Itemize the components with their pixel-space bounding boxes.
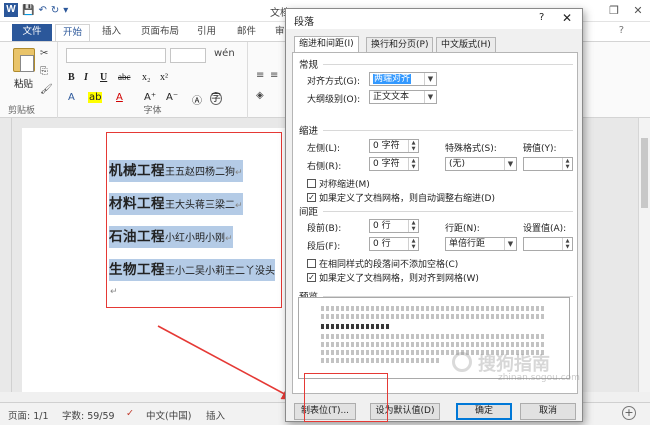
mirror-indents-label: 对称缩进(M) [319,180,370,190]
tabs-button-highlight-box [304,373,388,422]
chevron-down-icon[interactable]: ▼ [424,73,436,85]
spacing-at-label: 设置值(A): [523,224,567,234]
language-indicator[interactable]: 中文(中国) [146,408,191,422]
indent-left-label: 左侧(L): [307,144,341,154]
outline-level-select[interactable]: 正文文本 ▼ [369,90,437,104]
space-after-spinner[interactable]: 0 行 ▲ ▼ [369,237,419,251]
preview-line [321,342,546,347]
space-before-label: 段前(B): [307,224,342,234]
page-count[interactable]: 页面: 1/1 [8,408,49,422]
preview-line [321,358,441,363]
spacing-at-spinner[interactable]: ▲ ▼ [523,237,573,251]
mirror-indents-checkbox[interactable]: 对称缩进(M) [307,177,370,190]
alignment-value: 两端对齐 [373,74,412,84]
insert-mode[interactable]: 插入 [206,408,225,422]
special-indent-select[interactable]: (无) ▼ [445,157,517,171]
auto-adjust-indent-checkbox[interactable]: ✓ 如果定义了文档网格，则自动调整右缩进(D) [307,191,495,204]
proofing-icon[interactable]: ✓ [126,408,134,419]
cancel-button[interactable]: 取消 [520,403,576,420]
spin-arrows-icon[interactable]: ▲ ▼ [408,238,418,250]
line-spacing-label: 行距(N): [445,224,480,234]
line-spacing-select[interactable]: 单倍行距 ▼ [445,237,517,251]
no-space-same-style-checkbox[interactable]: 在相同样式的段落间不添加空格(C) [307,257,458,270]
space-after-label: 段后(F): [307,242,341,252]
chevron-down-icon[interactable]: ▼ [424,91,436,103]
watermark-url: zhinan.sogou.com [498,373,580,383]
ok-button[interactable]: 确定 [456,403,512,420]
checkbox-box[interactable] [307,259,316,268]
indent-by-spinner[interactable]: ▲ ▼ [523,157,573,171]
special-indent-value: (无) [449,159,466,169]
checkbox-box[interactable]: ✓ [307,193,316,202]
space-before-spinner[interactable]: 0 行 ▲ ▼ [369,219,419,233]
chevron-down-icon[interactable]: ▼ [504,238,516,250]
dialog-close-icon[interactable]: ✕ [562,11,572,25]
dialog-help-icon[interactable]: ? [539,12,544,23]
watermark-logo-icon [452,352,472,372]
dialog-title: 段落 [294,17,314,28]
section-general: 常规 [299,60,319,71]
spin-arrows-icon[interactable]: ▲ ▼ [562,238,572,250]
indent-by-label: 磅值(Y): [523,144,557,154]
divider [323,64,573,65]
spin-arrows-icon[interactable]: ▲ ▼ [408,140,418,152]
snap-to-grid-label: 如果定义了文档网格，则对齐到网格(W) [319,274,479,284]
preview-line [321,324,391,329]
checkbox-box[interactable] [307,179,316,188]
alignment-label: 对齐方式(G): [307,77,361,87]
chevron-down-icon[interactable]: ▼ [504,158,516,170]
section-indentation: 缩进 [299,126,319,137]
indent-right-label: 右侧(R): [307,162,342,172]
dialog-titlebar: 段落 ? ✕ [286,9,582,29]
section-spacing: 间距 [299,207,319,218]
preview-line [321,314,546,319]
outline-level-label: 大纲级别(O): [307,95,361,105]
spin-arrows-icon[interactable]: ▲ ▼ [408,220,418,232]
divider [323,130,573,131]
word-count[interactable]: 字数: 59/59 [62,408,115,422]
tab-indents-spacing[interactable]: 缩进和间距(I) [294,36,359,53]
spin-arrows-icon[interactable]: ▲ ▼ [408,158,418,170]
indent-right-spinner[interactable]: 0 字符 ▲ ▼ [369,157,419,171]
indent-right-value: 0 字符 [373,159,400,169]
indent-left-spinner[interactable]: 0 字符 ▲ ▼ [369,139,419,153]
special-indent-label: 特殊格式(S): [445,144,497,154]
indent-left-value: 0 字符 [373,141,400,151]
spin-arrows-icon[interactable]: ▲ ▼ [562,158,572,170]
zoom-in-icon[interactable]: + [622,406,636,420]
space-after-value: 0 行 [373,239,391,249]
line-spacing-value: 单倍行距 [449,239,486,249]
divider [323,211,573,212]
tab-asian-typography[interactable]: 中文版式(H) [436,37,496,53]
outline-level-value: 正文文本 [373,92,410,102]
no-space-same-style-label: 在相同样式的段落间不添加空格(C) [319,260,459,270]
checkbox-box[interactable]: ✓ [307,273,316,282]
space-before-value: 0 行 [373,221,391,231]
alignment-select[interactable]: 两端对齐 ▼ [369,72,437,86]
preview-line [321,334,546,339]
snap-to-grid-checkbox[interactable]: ✓ 如果定义了文档网格，则对齐到网格(W) [307,271,479,284]
tab-line-page-breaks[interactable]: 换行和分页(P) [366,37,434,53]
auto-adjust-indent-label: 如果定义了文档网格，则自动调整右缩进(D) [319,194,495,204]
preview-line [321,306,546,311]
